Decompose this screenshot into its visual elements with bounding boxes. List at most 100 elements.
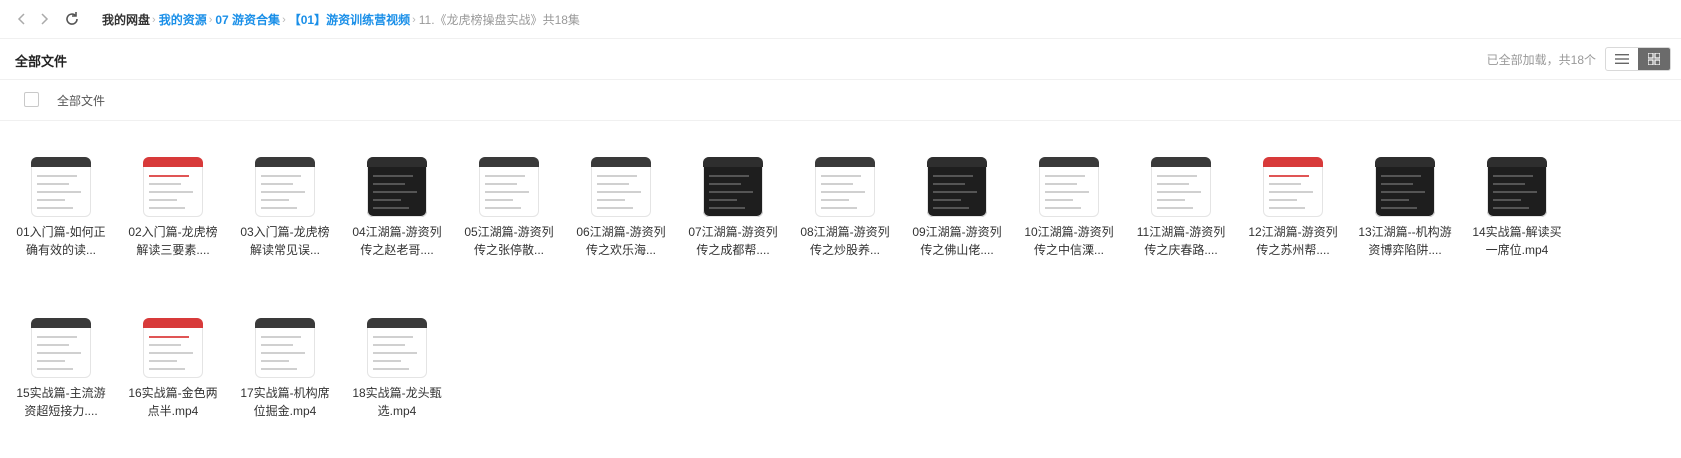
- thumbnail-text-line: [1157, 175, 1197, 177]
- thumbnail-text-line: [261, 336, 301, 338]
- refresh-button[interactable]: [62, 9, 82, 29]
- breadcrumb-current-folder: 11.《龙虎榜操盘实战》: [418, 13, 543, 27]
- file-item[interactable]: 09江湖篇-游资列传之佛山佬....: [907, 157, 1007, 297]
- thumbnail-text-line: [821, 191, 865, 193]
- thumbnail-header-bar: [31, 157, 91, 167]
- file-item[interactable]: 07江湖篇-游资列传之成都帮....: [683, 157, 783, 297]
- file-item[interactable]: 05江湖篇-游资列传之张停散...: [459, 157, 559, 297]
- thumbnail-text-line: [821, 199, 849, 201]
- thumbnail-header-bar: [1039, 157, 1099, 167]
- thumbnail-text-line: [373, 352, 417, 354]
- file-item[interactable]: 18实战篇-龙头甄选.mp4: [347, 318, 447, 458]
- file-name: 01入门篇-如何正确有效的读...: [16, 225, 106, 257]
- thumbnail-text-line: [933, 199, 961, 201]
- file-item[interactable]: 02入门篇-龙虎榜解读三要素....: [123, 157, 223, 297]
- thumbnail-text-line: [149, 352, 193, 354]
- video-thumbnail: [927, 157, 987, 217]
- select-all-row: 全部文件: [0, 80, 1681, 121]
- thumbnail-text-line: [149, 207, 185, 209]
- thumbnail-text-line: [37, 336, 77, 338]
- refresh-icon: [66, 12, 78, 25]
- thumbnail-text-line: [1493, 175, 1533, 177]
- file-item[interactable]: 13江湖篇--机构游资博弈陷阱....: [1355, 157, 1455, 297]
- file-name: 07江湖篇-游资列传之成都帮....: [688, 225, 778, 257]
- thumbnail-text-line: [149, 360, 177, 362]
- thumbnail-text-line: [149, 183, 181, 185]
- video-thumbnail: [1151, 157, 1211, 217]
- thumbnail-text-line: [373, 336, 413, 338]
- video-thumbnail: [367, 157, 427, 217]
- video-thumbnail: [815, 157, 875, 217]
- file-name: 02入门篇-龙虎榜解读三要素....: [128, 225, 218, 257]
- thumbnail-header-bar: [143, 318, 203, 328]
- file-item[interactable]: 06江湖篇-游资列传之欢乐海...: [571, 157, 671, 297]
- video-thumbnail: [143, 157, 203, 217]
- file-name: 17实战篇-机构席位掘金.mp4: [240, 386, 330, 418]
- file-list-header: 全部文件 已全部加载，共18个: [0, 39, 1681, 80]
- thumbnail-text-line: [485, 199, 513, 201]
- breadcrumb-root[interactable]: 我的网盘: [102, 11, 150, 28]
- thumbnail-text-line: [373, 360, 401, 362]
- thumbnail-text-line: [485, 183, 517, 185]
- thumbnail-text-line: [1269, 191, 1313, 193]
- thumbnail-text-line: [37, 175, 77, 177]
- thumbnail-text-line: [709, 207, 745, 209]
- list-view-button[interactable]: [1606, 48, 1638, 70]
- file-item[interactable]: 15实战篇-主流游资超短接力....: [11, 318, 111, 458]
- thumbnail-text-line: [37, 207, 73, 209]
- thumbnail-text-line: [485, 207, 521, 209]
- thumbnail-text-line: [1045, 199, 1073, 201]
- file-name: 18实战篇-龙头甄选.mp4: [352, 386, 442, 418]
- file-item[interactable]: 11江湖篇-游资列传之庆春路....: [1131, 157, 1231, 297]
- file-name: 10江湖篇-游资列传之中信溧...: [1024, 225, 1114, 257]
- file-item[interactable]: 10江湖篇-游资列传之中信溧...: [1019, 157, 1119, 297]
- select-all-checkbox[interactable]: [24, 92, 39, 107]
- thumbnail-text-line: [1269, 175, 1309, 177]
- file-item[interactable]: 16实战篇-金色两点半.mp4: [123, 318, 223, 458]
- thumbnail-header-bar: [1375, 157, 1435, 167]
- file-item[interactable]: 12江湖篇-游资列传之苏州帮....: [1243, 157, 1343, 297]
- file-item[interactable]: 03入门篇-龙虎榜解读常见误...: [235, 157, 335, 297]
- video-thumbnail: [1487, 157, 1547, 217]
- breadcrumb-my-resources[interactable]: 我的资源: [159, 11, 207, 28]
- thumbnail-text-line: [261, 183, 293, 185]
- thumbnail-text-line: [709, 199, 737, 201]
- thumbnail-text-line: [37, 360, 65, 362]
- thumbnail-text-line: [37, 199, 65, 201]
- thumbnail-text-line: [373, 207, 409, 209]
- thumbnail-text-line: [933, 191, 977, 193]
- breadcrumb-collection[interactable]: 07 游资合集: [215, 11, 280, 28]
- chevron-right-icon: [41, 13, 49, 25]
- thumbnail-text-line: [261, 344, 293, 346]
- thumbnail-text-line: [933, 207, 969, 209]
- back-button[interactable]: [12, 9, 32, 29]
- thumbnail-text-line: [1381, 207, 1417, 209]
- thumbnail-text-line: [1045, 191, 1089, 193]
- breadcrumb-training-videos[interactable]: 【01】游资训练营视频: [289, 11, 410, 28]
- file-item[interactable]: 04江湖篇-游资列传之赵老哥....: [347, 157, 447, 297]
- breadcrumb-episode-count: 共18集: [542, 13, 580, 27]
- view-toggle: [1605, 47, 1671, 71]
- thumbnail-header-bar: [591, 157, 651, 167]
- thumbnail-text-line: [149, 336, 189, 338]
- file-item[interactable]: 17实战篇-机构席位掘金.mp4: [235, 318, 335, 458]
- file-name: 04江湖篇-游资列传之赵老哥....: [352, 225, 442, 257]
- thumbnail-text-line: [1269, 183, 1301, 185]
- breadcrumb: 我的网盘 › 我的资源 › 07 游资合集 › 【01】游资训练营视频 › 11…: [102, 11, 580, 28]
- thumbnail-text-line: [37, 344, 69, 346]
- file-item[interactable]: 14实战篇-解读买一席位.mp4: [1467, 157, 1567, 297]
- thumbnail-text-line: [1381, 175, 1421, 177]
- thumbnail-header-bar: [367, 157, 427, 167]
- file-item[interactable]: 01入门篇-如何正确有效的读...: [11, 157, 111, 297]
- forward-button[interactable]: [34, 9, 54, 29]
- thumbnail-text-line: [261, 352, 305, 354]
- file-name: 14实战篇-解读买一席位.mp4: [1472, 225, 1562, 257]
- video-thumbnail: [1375, 157, 1435, 217]
- grid-view-button[interactable]: [1638, 48, 1670, 70]
- thumbnail-text-line: [261, 199, 289, 201]
- file-name: 03入门篇-龙虎榜解读常见误...: [240, 225, 330, 257]
- thumbnail-text-line: [597, 175, 637, 177]
- top-navigation-bar: 我的网盘 › 我的资源 › 07 游资合集 › 【01】游资训练营视频 › 11…: [0, 0, 1681, 39]
- file-name: 13江湖篇--机构游资博弈陷阱....: [1358, 225, 1452, 257]
- file-item[interactable]: 08江湖篇-游资列传之炒股养...: [795, 157, 895, 297]
